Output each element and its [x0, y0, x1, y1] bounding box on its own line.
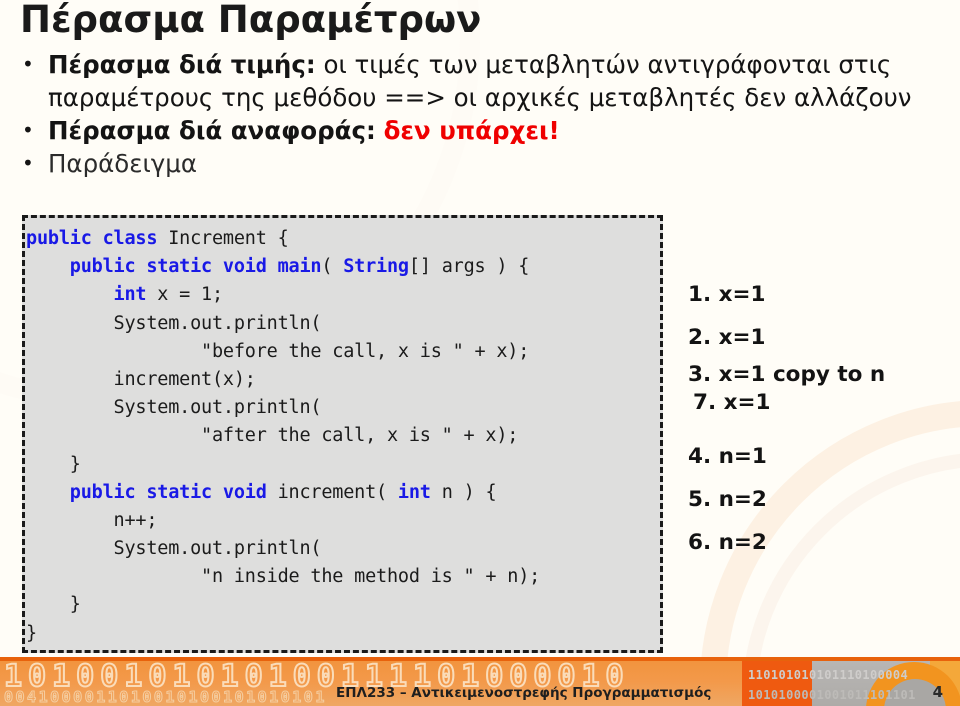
code-keyword: int: [113, 284, 147, 306]
trace-notes-list: 1. x=1 2. x=1 3. x=1 copy to n 7. x=1 4. n=1…: [688, 281, 952, 557]
code-line: public static void increment( int n ) {: [26, 479, 666, 507]
code-line: public static void main( String[] args )…: [26, 253, 666, 281]
trace-note-item: 2. x=1: [688, 325, 766, 350]
footer-course-label: ΕΠΛ233 – Αντικειμενοστρεφής Προγραμματισ…: [336, 685, 712, 701]
code-line: "after the call, x is " + x);: [26, 422, 666, 450]
bullet-strong-text: Πέρασμα διά τιμής:: [48, 50, 316, 79]
bullet-rest-text: [376, 116, 384, 145]
code-line: int x = 1;: [26, 281, 666, 309]
code-block: public class Increment { public static v…: [26, 225, 666, 648]
code-text: [] args ) {: [408, 256, 530, 278]
bullet-dot-icon: •: [22, 52, 34, 76]
code-text: n++;: [26, 509, 158, 531]
code-line: increment(x);: [26, 366, 666, 394]
code-text: }: [26, 594, 81, 616]
code-text: increment(: [266, 481, 398, 503]
trace-note-item: 1. x=1: [688, 282, 766, 307]
bullet-dot-icon: •: [22, 151, 34, 175]
list-item: • Πέρασμα διά αναφοράς: δεν υπάρχει!: [22, 114, 947, 147]
code-text: }: [26, 453, 81, 475]
code-line: "before the call, x is " + x);: [26, 338, 666, 366]
code-line: System.out.println(: [26, 310, 666, 338]
code-text: "n inside the method is " + n);: [26, 566, 541, 588]
trace-note-item: 7. x=1: [693, 390, 771, 415]
code-line: }: [26, 451, 666, 479]
slide-canvas: Πέρασμα Παραμέτρων • Πέρασμα διά τιμής: …: [0, 0, 960, 706]
bullet-strong-text: Πέρασμα διά αναφοράς:: [48, 116, 376, 145]
code-line: public class Increment {: [26, 225, 666, 253]
code-text: "before the call, x is " + x);: [26, 340, 530, 362]
list-item: • Παράδειγμα: [22, 147, 947, 180]
code-line: System.out.println(: [26, 535, 666, 563]
footer-binary-gray-top: 110101010101110100004: [748, 668, 909, 682]
trace-note-item: 4. n=1: [688, 444, 767, 469]
code-line: }: [26, 591, 666, 619]
bullet-text: Πέρασμα διά αναφοράς: δεν υπάρχει!: [48, 114, 947, 147]
code-keyword: public class: [26, 228, 158, 249]
code-text: Increment {: [157, 228, 289, 249]
bullet-list: • Πέρασμα διά τιμής: οι τιμές των μεταβλ…: [22, 48, 947, 180]
code-keyword: public static void: [69, 481, 267, 503]
code-text: (: [321, 256, 344, 278]
code-keyword: String: [343, 256, 409, 278]
footer-binary-gray-bottom: 1010100001001011101101: [748, 688, 916, 702]
code-text: x = 1;: [146, 284, 223, 306]
code-text: System.out.println(: [26, 312, 322, 334]
code-line: }: [26, 620, 666, 648]
code-line: n++;: [26, 507, 666, 535]
trace-note-item: 3. x=1 copy to n: [688, 362, 886, 387]
bullet-dot-icon: •: [22, 118, 34, 142]
slide-footer: 10100101010100111101000010 0041000011010…: [0, 657, 960, 706]
code-text: System.out.println(: [26, 538, 322, 560]
page-number: 4: [932, 683, 943, 701]
bullet-accent-text: δεν υπάρχει!: [383, 116, 560, 145]
code-text: n ) {: [430, 481, 497, 503]
code-text: System.out.println(: [26, 397, 322, 419]
page-title: Πέρασμα Παραμέτρων: [20, 0, 482, 41]
trace-note-item: 5. n=2: [688, 487, 767, 512]
code-keyword: public static void main: [69, 256, 322, 278]
code-line: System.out.println(: [26, 394, 666, 422]
trace-note-item: 6. n=2: [688, 530, 767, 555]
code-keyword: int: [397, 481, 431, 503]
code-text: increment(x);: [26, 368, 256, 390]
code-text: "after the call, x is " + x);: [26, 425, 519, 447]
bullet-rest-text: Παράδειγμα: [48, 149, 198, 178]
bullet-text: Πέρασμα διά τιμής: οι τιμές των μεταβλητ…: [48, 48, 947, 114]
code-line: "n inside the method is " + n);: [26, 563, 666, 591]
code-text: }: [26, 622, 37, 644]
list-item: • Πέρασμα διά τιμής: οι τιμές των μεταβλ…: [22, 48, 947, 114]
